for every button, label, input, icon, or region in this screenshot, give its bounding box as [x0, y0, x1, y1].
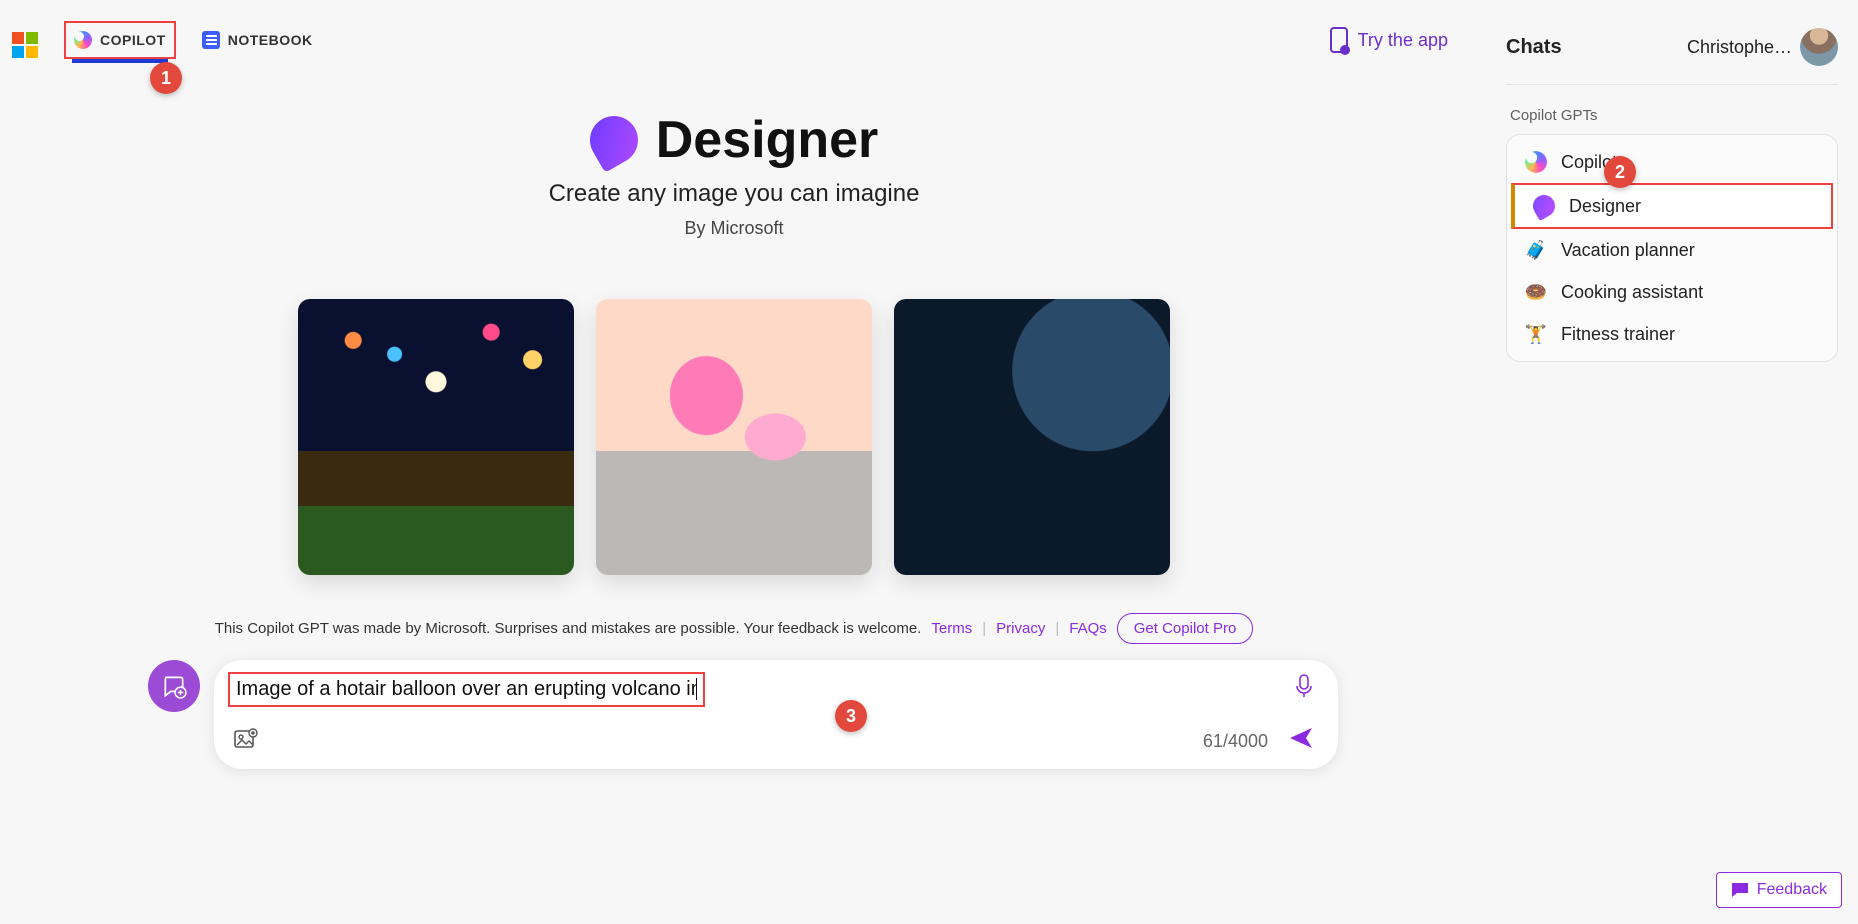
- text-caret: [696, 678, 697, 700]
- user-name: Christophe…: [1687, 37, 1792, 58]
- chat-icon: [1731, 882, 1749, 898]
- suitcase-icon: 🧳: [1525, 239, 1547, 261]
- gpt-item-label: Fitness trainer: [1561, 324, 1675, 345]
- separator: |: [1055, 620, 1059, 637]
- send-icon: [1288, 726, 1314, 750]
- gpt-item-fitness-trainer[interactable]: 🏋️ Fitness trainer: [1507, 313, 1837, 355]
- sidebar: Chats Christophe… Copilot GPTs Copilot D…: [1488, 0, 1858, 924]
- user-menu[interactable]: Christophe…: [1687, 28, 1838, 66]
- sample-gallery: [0, 299, 1468, 575]
- donut-icon: 🍩: [1525, 281, 1547, 303]
- tab-notebook-label: NOTEBOOK: [228, 32, 313, 48]
- hero-title: Designer: [0, 110, 1468, 170]
- copilot-gpts-label: Copilot GPTs: [1510, 107, 1838, 124]
- gpt-item-label: Vacation planner: [1561, 240, 1695, 261]
- prompt-box: 61/4000: [214, 660, 1338, 769]
- try-the-app-link[interactable]: Try the app: [1330, 27, 1448, 53]
- new-topic-button[interactable]: [148, 660, 200, 712]
- tab-group: COPILOT NOTEBOOK: [64, 21, 319, 59]
- separator: |: [982, 620, 986, 637]
- get-copilot-pro-button[interactable]: Get Copilot Pro: [1117, 613, 1254, 644]
- image-plus-icon: [234, 728, 258, 750]
- designer-hero-icon: [581, 107, 647, 173]
- dumbbell-icon: 🏋️: [1525, 323, 1547, 345]
- prompt-wrap: 61/4000: [148, 660, 1338, 769]
- feedback-button[interactable]: Feedback: [1716, 872, 1842, 908]
- main-area: Designer Create any image you can imagin…: [0, 110, 1468, 644]
- gpt-item-copilot[interactable]: Copilot: [1507, 141, 1837, 183]
- step-badge-3: 3: [835, 700, 867, 732]
- try-the-app-label: Try the app: [1358, 30, 1448, 51]
- char-counter: 61/4000: [1203, 731, 1268, 752]
- hero-subtitle: Create any image you can imagine: [0, 180, 1468, 208]
- sidebar-header: Chats Christophe…: [1506, 28, 1838, 85]
- gpt-item-vacation-planner[interactable]: 🧳 Vacation planner: [1507, 229, 1837, 271]
- prompt-highlight: [228, 672, 705, 707]
- chat-plus-icon: [161, 673, 187, 699]
- privacy-link[interactable]: Privacy: [996, 620, 1045, 637]
- microphone-icon: [1294, 674, 1314, 698]
- gpt-item-cooking-assistant[interactable]: 🍩 Cooking assistant: [1507, 271, 1837, 313]
- notebook-icon: [202, 31, 220, 49]
- copilot-gpts-panel: Copilot Designer 🧳 Vacation planner 🍩 Co…: [1506, 134, 1838, 362]
- tab-copilot-label: COPILOT: [100, 32, 166, 48]
- add-image-button[interactable]: [228, 724, 264, 760]
- faqs-link[interactable]: FAQs: [1069, 620, 1107, 637]
- step-badge-2: 2: [1604, 156, 1636, 188]
- gpt-item-designer[interactable]: Designer: [1511, 183, 1833, 229]
- phone-icon: [1330, 27, 1348, 53]
- sample-image-lanterns[interactable]: [298, 299, 574, 575]
- chats-heading: Chats: [1506, 36, 1562, 59]
- designer-icon: [1529, 191, 1559, 221]
- tab-copilot[interactable]: COPILOT: [64, 21, 176, 59]
- feedback-label: Feedback: [1757, 881, 1827, 899]
- tab-notebook[interactable]: NOTEBOOK: [196, 21, 319, 59]
- disclaimer-text: This Copilot GPT was made by Microsoft. …: [215, 620, 922, 637]
- sample-image-astronaut[interactable]: [894, 299, 1170, 575]
- copilot-icon: [1525, 151, 1547, 173]
- terms-link[interactable]: Terms: [931, 620, 972, 637]
- gpt-item-label: Cooking assistant: [1561, 282, 1703, 303]
- microsoft-logo-icon[interactable]: [12, 32, 38, 58]
- top-bar: COPILOT NOTEBOOK Try the app: [0, 0, 1488, 80]
- send-button[interactable]: [1282, 722, 1320, 761]
- microphone-button[interactable]: [1288, 670, 1320, 708]
- disclaimer-row: This Copilot GPT was made by Microsoft. …: [0, 613, 1468, 644]
- gpt-item-label: Designer: [1569, 196, 1641, 217]
- copilot-icon: [74, 31, 92, 49]
- page-title: Designer: [656, 110, 879, 170]
- hero-byline: By Microsoft: [0, 218, 1468, 239]
- step-badge-1: 1: [150, 62, 182, 94]
- sample-image-flamingos[interactable]: [596, 299, 872, 575]
- prompt-input[interactable]: [236, 678, 696, 701]
- avatar: [1800, 28, 1838, 66]
